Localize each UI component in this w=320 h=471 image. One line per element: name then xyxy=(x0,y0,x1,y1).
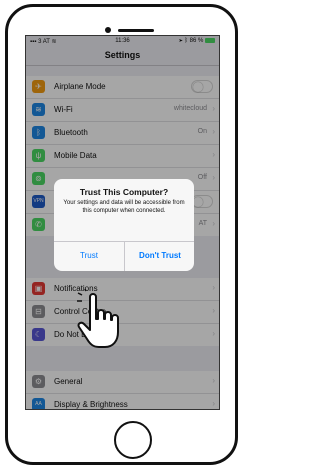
alert-title: Trust This Computer? xyxy=(79,187,169,197)
front-camera xyxy=(105,27,111,33)
phone-screen: ▪▪▪ 3 AT ≋ 11:36 ➤ ᛒ 86 % Settings ✈ Airp… xyxy=(25,35,220,410)
alert-message: Your settings and data will be accessibl… xyxy=(63,200,185,214)
trust-button[interactable]: Trust xyxy=(54,241,124,271)
trust-computer-alert: Trust This Computer? Your settings and d… xyxy=(54,179,194,271)
dont-trust-button[interactable]: Don't Trust xyxy=(125,241,194,271)
home-button[interactable] xyxy=(114,421,152,459)
pointing-hand-icon xyxy=(77,289,119,348)
earpiece-speaker xyxy=(118,29,154,32)
